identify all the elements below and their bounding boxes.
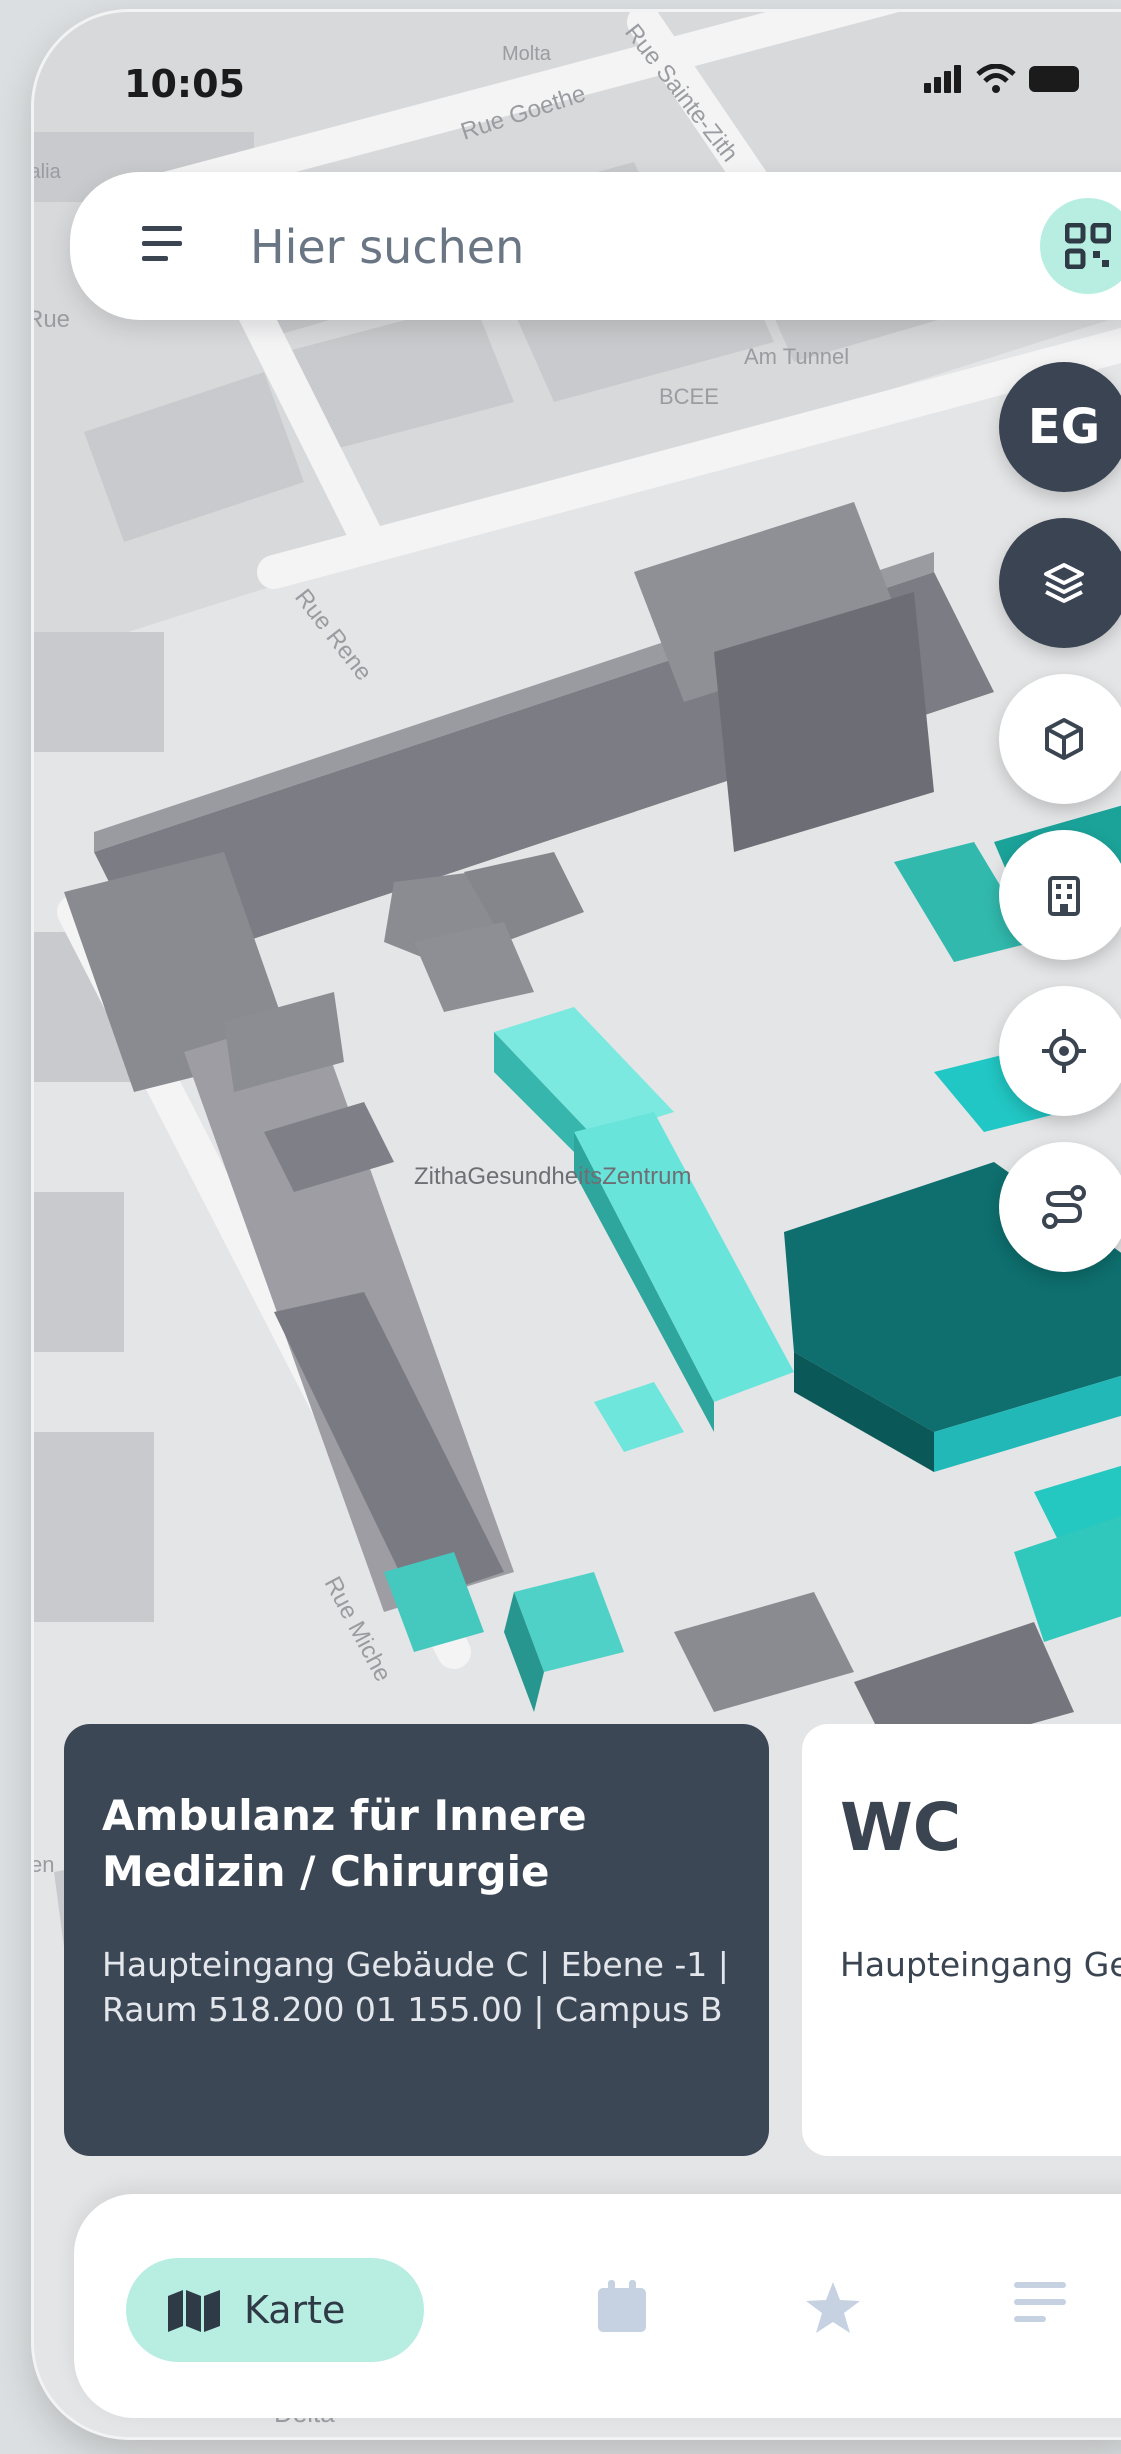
street-label: Rue <box>34 306 70 333</box>
poi-card-ambulanz[interactable]: Ambulanz für Innere Medizin / Chirurgie … <box>64 1724 769 2156</box>
poi-card-wc[interactable]: WC Haupteingang Gebäude C | Ebene -1 | R… <box>802 1724 1121 2156</box>
place-label: Am Tunnel <box>744 344 849 369</box>
layers-button[interactable] <box>999 518 1121 648</box>
route-button[interactable] <box>999 1142 1121 1272</box>
status-bar: 10:05 <box>34 12 1121 152</box>
floor-selector-button[interactable]: EG <box>999 362 1121 492</box>
qr-scan-button[interactable] <box>1040 198 1121 294</box>
calendar-icon[interactable] <box>596 2280 648 2334</box>
poi-card-title: WC <box>840 1789 962 1866</box>
wifi-icon <box>976 64 1016 93</box>
bottom-navigation: Karte <box>74 2194 1121 2418</box>
nav-item-map-label: Karte <box>244 2288 346 2332</box>
street-label: en <box>34 1852 54 1877</box>
qr-code-icon <box>1065 223 1111 269</box>
search-bar[interactable]: Hier suchen <box>70 172 1121 320</box>
my-location-button[interactable] <box>999 986 1121 1116</box>
signal-icon <box>924 65 961 93</box>
route-icon <box>1042 1185 1086 1229</box>
list-icon[interactable] <box>1014 2280 1066 2324</box>
building-icon <box>1048 876 1080 916</box>
floor-label: EG <box>1027 399 1101 455</box>
phone-screen: Molta Rue Goethe Rue Sainte-Zith Rue Ren… <box>34 12 1121 2437</box>
nav-item-map[interactable]: Karte <box>126 2258 424 2362</box>
place-label: BCEE <box>659 384 719 409</box>
crosshair-icon <box>1042 1029 1086 1073</box>
menu-icon[interactable] <box>142 224 186 264</box>
layers-icon <box>1044 563 1084 603</box>
street-label: talia <box>34 161 62 183</box>
map-icon <box>168 2290 220 2332</box>
buildings-button[interactable] <box>999 830 1121 960</box>
battery-icon <box>1029 66 1079 92</box>
poi-card-subtitle: Haupteingang Gebäude C | Ebene -1 | Raum… <box>102 1945 729 2029</box>
search-input[interactable]: Hier suchen <box>250 220 524 274</box>
poi-card-title: Ambulanz für Innere Medizin / Chirurgie <box>102 1791 587 1896</box>
status-icons <box>924 64 1088 94</box>
status-time: 10:05 <box>124 62 245 106</box>
star-icon[interactable] <box>804 2280 862 2336</box>
cube-icon <box>1045 718 1083 760</box>
3d-view-button[interactable] <box>999 674 1121 804</box>
place-label: ZithaGesundheitsZentrum <box>414 1163 691 1190</box>
poi-card-subtitle: Haupteingang Gebäude C | Ebene -1 | Raum… <box>840 1945 1121 1984</box>
